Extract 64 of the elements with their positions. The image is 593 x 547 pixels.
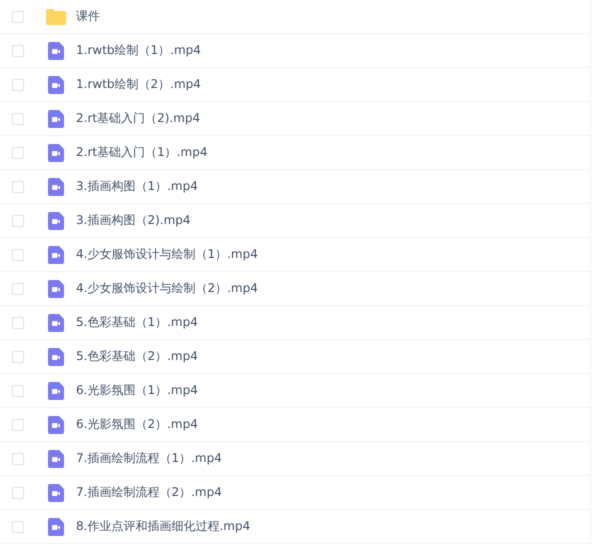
checkbox[interactable]	[12, 180, 24, 192]
video-file-icon	[48, 416, 64, 434]
file-name: 6.光影氛围（1）.mp4	[76, 382, 198, 399]
video-file-icon	[48, 280, 64, 298]
checkbox[interactable]	[12, 350, 24, 362]
video-file-icon	[48, 246, 64, 264]
file-row[interactable]: 6.光影氛围（1）.mp4	[0, 374, 590, 408]
file-name: 2.rt基础入门（1）.mp4	[76, 144, 208, 161]
file-name: 1.rwtb绘制（2）.mp4	[76, 76, 201, 93]
file-name: 4.少女服饰设计与绘制（1）.mp4	[76, 246, 258, 263]
video-file-icon	[48, 76, 64, 94]
checkbox[interactable]	[12, 44, 24, 56]
file-name: 5.色彩基础（1）.mp4	[76, 314, 198, 331]
file-row[interactable]: 7.插画绘制流程（2）.mp4	[0, 476, 590, 510]
checkbox[interactable]	[12, 146, 24, 158]
file-row[interactable]: 6.光影氛围（2）.mp4	[0, 408, 590, 442]
file-name: 3.插画构图（2).mp4	[76, 212, 191, 229]
file-name: 1.rwtb绘制（1）.mp4	[76, 42, 201, 59]
checkbox[interactable]	[12, 486, 24, 498]
file-row[interactable]: 4.少女服饰设计与绘制（2）.mp4	[0, 272, 590, 306]
folder-icon	[46, 8, 66, 24]
video-file-icon	[48, 314, 64, 332]
video-file-icon	[48, 518, 64, 536]
file-name: 3.插画构图（1）.mp4	[76, 178, 198, 195]
file-name: 5.色彩基础（2）.mp4	[76, 348, 198, 365]
checkbox[interactable]	[12, 10, 24, 22]
file-name: 4.少女服饰设计与绘制（2）.mp4	[76, 280, 258, 297]
checkbox[interactable]	[12, 248, 24, 260]
file-row[interactable]: 5.色彩基础（2）.mp4	[0, 340, 590, 374]
checkbox[interactable]	[12, 452, 24, 464]
checkbox[interactable]	[12, 384, 24, 396]
file-row[interactable]: 3.插画构图（2).mp4	[0, 204, 590, 238]
file-name: 6.光影氛围（2）.mp4	[76, 416, 198, 433]
file-row[interactable]: 课件	[0, 0, 590, 34]
file-row[interactable]: 5.色彩基础（1）.mp4	[0, 306, 590, 340]
checkbox[interactable]	[12, 418, 24, 430]
file-row[interactable]: 3.插画构图（1）.mp4	[0, 170, 590, 204]
checkbox[interactable]	[12, 282, 24, 294]
checkbox[interactable]	[12, 112, 24, 124]
file-row[interactable]: 2.rt基础入门（1）.mp4	[0, 136, 590, 170]
file-name: 7.插画绘制流程（2）.mp4	[76, 484, 222, 501]
video-file-icon	[48, 348, 64, 366]
checkbox[interactable]	[12, 520, 24, 532]
video-file-icon	[48, 450, 64, 468]
file-name: 7.插画绘制流程（1）.mp4	[76, 450, 222, 467]
file-row[interactable]: 1.rwtb绘制（1）.mp4	[0, 34, 590, 68]
video-file-icon	[48, 484, 64, 502]
file-row[interactable]: 2.rt基础入门（2).mp4	[0, 102, 590, 136]
file-row[interactable]: 1.rwtb绘制（2）.mp4	[0, 68, 590, 102]
video-file-icon	[48, 42, 64, 60]
checkbox[interactable]	[12, 316, 24, 328]
checkbox[interactable]	[12, 78, 24, 90]
checkbox[interactable]	[12, 214, 24, 226]
file-row[interactable]: 7.插画绘制流程（1）.mp4	[0, 442, 590, 476]
video-file-icon	[48, 110, 64, 128]
video-file-icon	[48, 178, 64, 196]
file-row[interactable]: 4.少女服饰设计与绘制（1）.mp4	[0, 238, 590, 272]
file-name: 课件	[76, 8, 100, 25]
video-file-icon	[48, 144, 64, 162]
file-row[interactable]: 8.作业点评和插画细化过程.mp4	[0, 510, 590, 544]
video-file-icon	[48, 212, 64, 230]
file-name: 2.rt基础入门（2).mp4	[76, 110, 200, 127]
video-file-icon	[48, 382, 64, 400]
file-name: 8.作业点评和插画细化过程.mp4	[76, 518, 250, 535]
